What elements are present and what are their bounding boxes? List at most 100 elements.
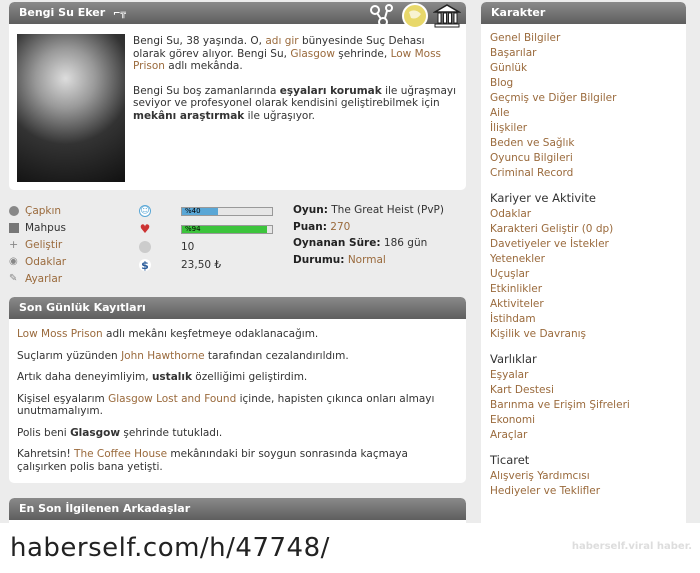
log-entry: Polis beni Glasgow şehrinde tutukladı. [17,427,458,440]
sidebar-item[interactable]: İlişkiler [490,121,677,136]
action-focus-label[interactable]: Odaklar [25,256,66,268]
wrench-icon: ✎ [9,273,18,284]
game-value: The Great Heist (PvP) [331,204,444,216]
action-focus[interactable]: ◉ Odaklar [9,254,66,269]
sidebar-item[interactable]: Kişilik ve Davranış [490,327,677,342]
log-text: tarafından cezalandırıldım. [204,349,349,362]
sidebar-group-character: Genel Bilgiler Başarılar Günlük Blog Geçmiş … [490,31,677,181]
footer-bar: haberself.com/h/47748/ haberself.viral h… [0,523,700,573]
log-entry: Low Moss Prison adlı mekânı keşfetmeye o… [17,328,458,341]
sidebar-item[interactable]: Araçlar [490,428,677,443]
action-develop-label[interactable]: Geliştir [25,239,62,251]
action-develop[interactable]: + Geliştir [9,237,62,252]
mood-row: ☺ %40 [139,203,273,219]
sidebar-item[interactable]: Uçuşlar [490,267,677,282]
friends-header: En Son İlgilenen Arkadaşlar [9,498,466,520]
logs-header: Son Günlük Kayıtları [9,297,466,319]
log-text: özelliğimi geliştirdim. [191,371,308,383]
status-value[interactable]: Normal [348,254,386,266]
sidebar-item[interactable]: Davetiyeler ve İstekler [490,237,677,252]
sidebar-item[interactable]: Odaklar [490,207,677,222]
log-location-link[interactable]: The Coffee House [74,448,167,460]
sidebar-item[interactable]: Alışveriş Yardımcısı [490,469,677,484]
gun-icon: ⌐╦ [113,9,126,19]
log-text: Artık daha deneyimliyim, [17,371,152,383]
logs-title: Son Günlük Kayıtları [19,301,146,314]
played-value: 186 gün [383,237,428,249]
mood-value: %40 [185,206,201,215]
log-text: şehrinde tutukladı. [120,426,223,439]
bank-icon[interactable] [432,2,462,31]
prisoner-icon [9,222,19,233]
log-entry: Kişisel eşyalarım Glasgow Lost and Found… [17,393,458,418]
money-row: $ 23,50 ₺ [139,257,221,273]
sidebar-item[interactable]: Genel Bilgiler [490,31,677,46]
sidebar-item[interactable]: Yetenekler [490,252,677,267]
action-flirt[interactable]: Çapkın [9,203,61,218]
sidebar-item[interactable]: Aile [490,106,677,121]
character-bio: Bengi Su, 38 yaşında. O, adı gir bünyesi… [133,35,459,134]
character-name: Bengi Su Eker [19,6,106,19]
job-link[interactable]: adı gir [265,35,298,47]
log-location-link[interactable]: Glasgow Lost and Found [108,393,236,405]
sidebar-item[interactable]: İstihdam [490,312,677,327]
bio-text: Bengi Su, 38 yaşında. O, [133,35,266,47]
brain-icon [139,241,151,253]
sidebar-item[interactable]: Karakteri Geliştir (0 dp) [490,222,677,237]
sidebar-item[interactable]: Başarılar [490,46,677,61]
health-bar: %94 [181,224,273,234]
sidebar-item[interactable]: Beden ve Sağlık [490,136,677,151]
sidebar-item[interactable]: Geçmiş ve Diğer Bilgiler [490,91,677,106]
sidebar-item[interactable]: Kart Destesi [490,383,677,398]
logs-panel: Son Günlük Kayıtları Low Moss Prison adl… [9,297,466,483]
sidebar-section-assets: Varlıklar [490,352,537,366]
bio-text: adlı mekânda. [164,60,243,72]
game-info: Oyun: The Great Heist (PvP) Puan: 270 Oy… [293,202,444,268]
bio-text: şehrinde, [334,47,391,60]
points-value[interactable]: 270 [330,221,350,233]
log-text: Kahretsin! [17,448,75,460]
log-location-link[interactable]: Low Moss Prison [17,328,103,340]
eye-icon: ◉ [9,256,18,267]
plus-icon: + [9,238,19,251]
sidebar-item[interactable]: Ekonomi [490,413,677,428]
bio-text: ile uğraşıyor. [244,109,316,122]
profile-panel: Bengi Su Eker ⌐╦ Bengi Su, 38 yaşında. O… [9,2,466,190]
action-prisoner: Mahpus [9,220,66,235]
sidebar-group-trade: Alışveriş Yardımcısı Hediyeler ve Teklifl… [490,469,677,499]
level-row: 10 [139,239,194,255]
log-bold: ustalık [151,371,192,383]
sidebar-item[interactable]: Günlük [490,61,677,76]
avatar[interactable] [17,34,125,182]
log-bold: Glasgow [70,426,121,439]
sidebar-group-assets: Eşyalar Kart Destesi Barınma ve Erişim Şif… [490,368,677,443]
log-person-link[interactable]: John Hawthorne [121,350,205,362]
heart-icon: ♥ [139,222,151,236]
smiley-icon: ☺ [139,205,151,217]
sidebar-item[interactable]: Barınma ve Erişim Şifreleri [490,398,677,413]
points-label: Puan: [293,220,327,233]
stats-area: Çapkın Mahpus + Geliştir ◉ Odaklar ✎ Aya… [9,195,466,285]
health-value: %94 [185,224,201,233]
action-settings-label[interactable]: Ayarlar [25,273,62,285]
network-icon[interactable] [368,2,398,31]
action-flirt-label[interactable]: Çapkın [25,205,61,217]
sidebar-header: Karakter [481,2,686,24]
sidebar-item[interactable]: Criminal Record [490,166,677,181]
log-text: Polis beni [17,426,71,439]
status-label: Durumu: [293,253,345,266]
health-row: ♥ %94 [139,221,273,237]
sidebar-item[interactable]: Oyuncu Bilgileri [490,151,677,166]
log-text: Kişisel eşyalarım [17,392,109,405]
sidebar-title: Karakter [491,6,546,19]
sidebar-item[interactable]: Aktiviteler [490,297,677,312]
sidebar-item[interactable]: Etkinlikler [490,282,677,297]
action-settings[interactable]: ✎ Ayarlar [9,271,62,286]
sidebar-item[interactable]: Blog [490,76,677,91]
sidebar-item[interactable]: Eşyalar [490,368,677,383]
sidebar-item[interactable]: Hediyeler ve Teklifler [490,484,677,499]
globe-icon[interactable] [400,2,430,31]
played-label: Oynanan Süre: [293,237,381,249]
profile-header: Bengi Su Eker ⌐╦ [9,2,466,29]
city-link[interactable]: Glasgow [290,48,335,60]
